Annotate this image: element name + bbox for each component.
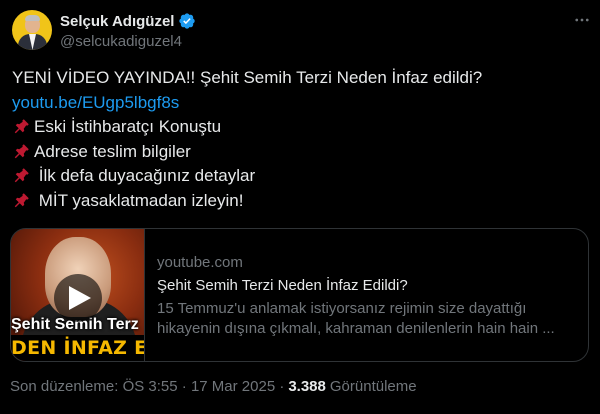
card-description: 15 Temmuz'u anlamak istiyorsanız rejimin… (157, 300, 555, 337)
card-domain: youtube.com (157, 254, 243, 271)
card-title: Şehit Semih Terzi Neden İnfaz Edildi? (157, 277, 408, 294)
views-label: Görüntüleme (329, 378, 417, 395)
tweet-meta: Son düzenleme: ÖS 3:55 · 17 Mar 2025 · 3… (10, 378, 417, 395)
edited-timestamp[interactable]: Son düzenleme: ÖS 3:55 · 17 Mar 2025 · (10, 378, 284, 395)
author-name-row: Selçuk Adıgüzel (60, 11, 196, 31)
bullet-text: Adrese teslim bilgiler (34, 141, 191, 161)
pushpin-icon (14, 119, 29, 134)
link-preview-card[interactable]: Şehit Semih Terz DEN İNFAZ EDİ youtube.c… (10, 228, 589, 362)
bullet-text: MİT yasaklatmadan izleyin! (34, 190, 244, 210)
tweet-headline: YENİ VİDEO YAYINDA!! Şehit Semih Terzi N… (12, 68, 483, 87)
tweet-bullet: Adrese teslim bilgiler (12, 140, 588, 165)
author-handle[interactable]: @selcukadiguzel4 (60, 33, 182, 50)
avatar[interactable] (12, 10, 52, 50)
tweet-bullet: İlk defa duyacağınız detaylar (12, 164, 588, 189)
views-count: 3.388 (288, 378, 326, 395)
tweet: Selçuk Adıgüzel @selcukadiguzel4 YENİ Vİ… (0, 0, 600, 414)
pushpin-icon (14, 193, 29, 207)
pushpin-icon (14, 144, 29, 158)
thumbnail-caption-bottom: DEN İNFAZ EDİ (11, 337, 144, 359)
tweet-bullet: Eski İstihbaratçı Konuştu (12, 115, 588, 140)
play-icon[interactable] (54, 274, 102, 322)
card-text: youtube.com Şehit Semih Terzi Neden İnfa… (157, 253, 582, 339)
tweet-bullet: MİT yasaklatmadan izleyin! (12, 189, 588, 214)
bullet-text: İlk defa duyacağınız detaylar (34, 166, 256, 185)
pushpin-icon (14, 168, 29, 183)
verified-badge-icon (179, 13, 196, 29)
tweet-text: YENİ VİDEO YAYINDA!! Şehit Semih Terzi N… (12, 66, 588, 213)
tweet-link[interactable]: youtu.be/EUgp5lbgf8s (12, 91, 179, 116)
more-dots-icon[interactable] (572, 10, 592, 30)
author-display-name[interactable]: Selçuk Adıgüzel (60, 13, 174, 30)
video-thumbnail[interactable]: Şehit Semih Terz DEN İNFAZ EDİ (11, 229, 145, 361)
bullet-text: Eski İstihbaratçı Konuştu (34, 117, 222, 136)
